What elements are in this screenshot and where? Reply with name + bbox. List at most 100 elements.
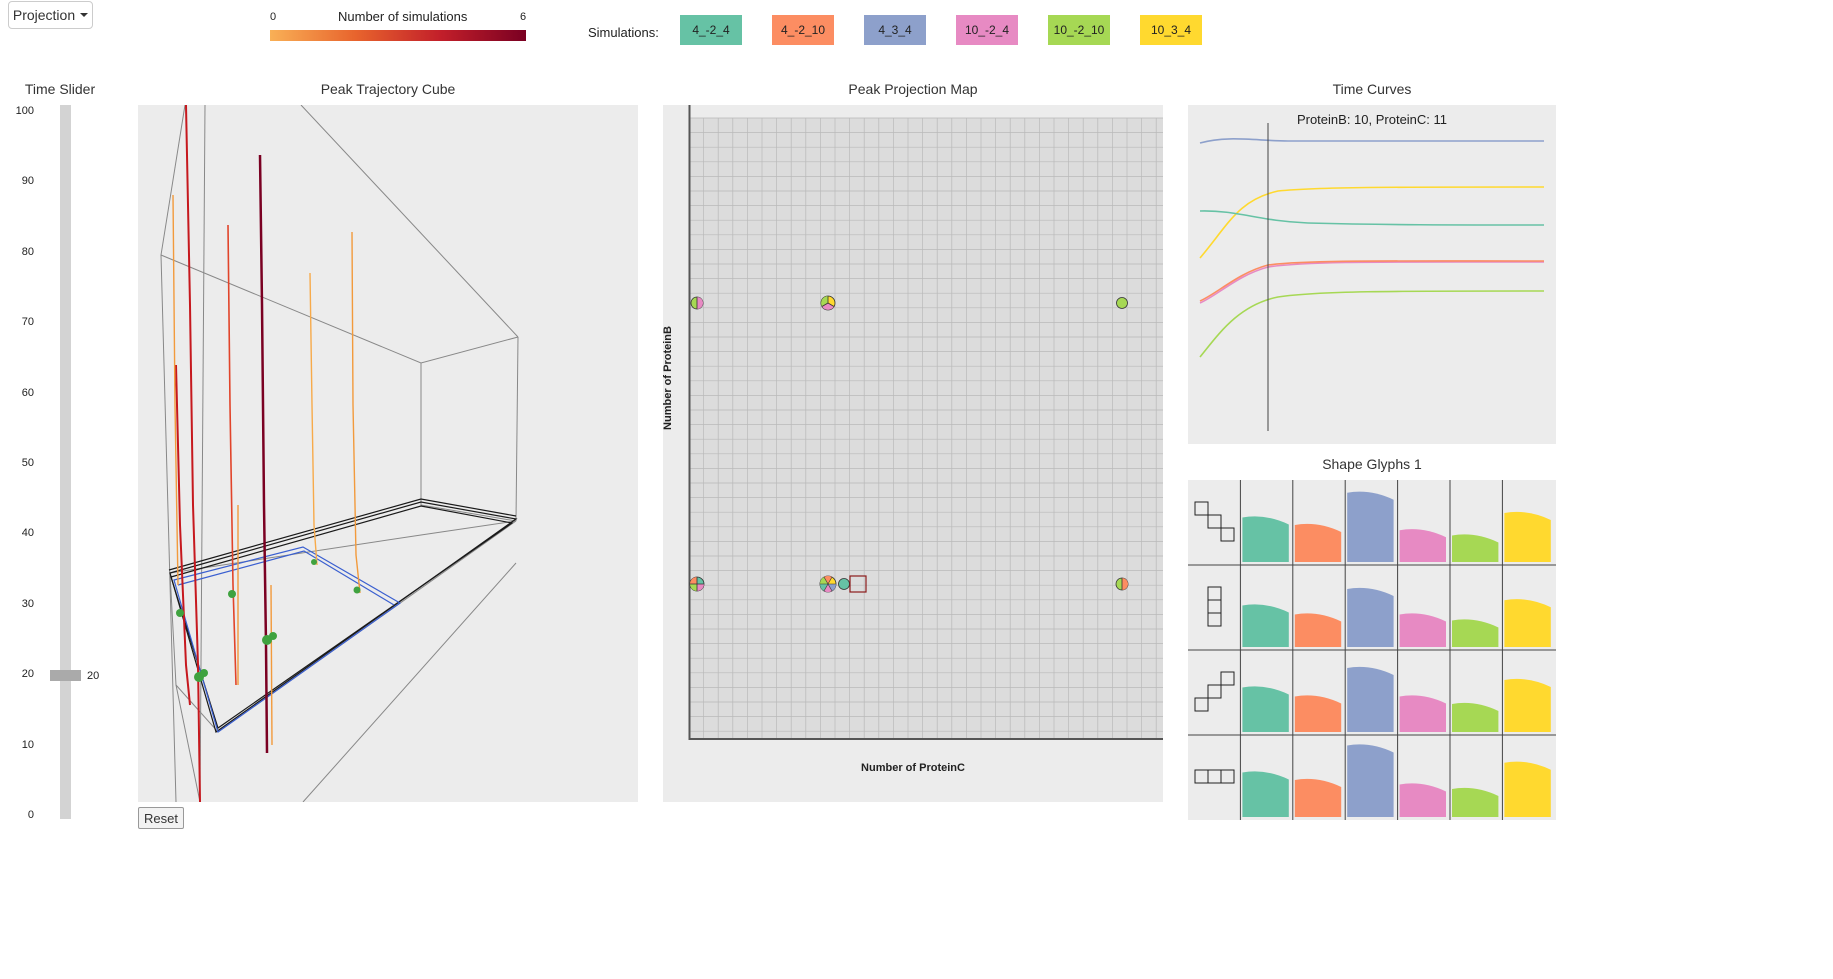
trajectory-line <box>185 105 201 802</box>
projection-map-svg <box>688 105 1163 740</box>
shape-glyph-area <box>1347 744 1394 817</box>
pie-glyph <box>689 576 705 592</box>
time-slider-handle[interactable] <box>50 670 81 681</box>
time-curve <box>1199 210 1545 226</box>
simulations-label: Simulations: <box>588 25 659 40</box>
peak-point <box>228 590 236 598</box>
shape-glyph-area <box>1242 516 1289 562</box>
pie-glyph <box>1116 297 1128 309</box>
shape-glyph-area <box>1452 619 1499 647</box>
trajectory-line <box>351 231 361 594</box>
time-slider-tick-label: 40 <box>21 527 34 540</box>
pie-glyph <box>1115 577 1129 591</box>
trajectory-cube-canvas[interactable] <box>138 105 638 802</box>
cube-edge <box>160 254 519 364</box>
shape-glyph-area <box>1504 678 1551 732</box>
time-slider-tick-label: 0 <box>27 809 34 821</box>
cube-selection-frame <box>170 505 514 729</box>
time-slider-track[interactable] <box>60 105 71 819</box>
time-slider-tick-label: 100 <box>15 105 34 117</box>
shape-glyph-area <box>1294 523 1342 562</box>
shape-glyph-area <box>1242 771 1289 817</box>
time-slider-tick-label: 30 <box>21 597 34 610</box>
shape-glyphs-grid <box>1188 480 1556 820</box>
shape-glyphs-svg <box>1188 480 1556 820</box>
cube-edge <box>420 363 517 522</box>
peak-point <box>200 669 208 677</box>
cube-edge <box>300 105 519 338</box>
shape-glyph-area <box>1242 686 1289 732</box>
map-y-axis-label: Number of ProteinB <box>662 326 674 430</box>
cube-selection-frame <box>169 501 518 733</box>
shape-glyph-area <box>1347 491 1394 562</box>
cube-projection-frame <box>177 550 395 606</box>
cube-edge <box>169 520 517 733</box>
time-curve <box>1199 261 1545 304</box>
legend-min: 0 <box>270 11 277 23</box>
peak-point <box>353 586 361 594</box>
simulation-chips: 4_-2_4 4_-2_10 4_3_4 10_-2_4 10_-2_10 10_3_4 <box>680 15 1240 51</box>
cube-edge <box>199 105 206 802</box>
projection-map-canvas[interactable] <box>663 105 1163 802</box>
shape-glyph-area <box>1399 783 1446 817</box>
time-curves-title: Time Curves <box>1332 81 1412 97</box>
pie-glyph <box>820 295 836 311</box>
simulation-chip[interactable]: 4_-2_10 <box>772 15 834 45</box>
shape-glyphs-title: Shape Glyphs 1 <box>1322 456 1422 472</box>
time-curve <box>1199 138 1544 144</box>
time-slider-tick-label: 20 <box>21 668 34 681</box>
shape-glyph-area <box>1294 778 1342 817</box>
pie-glyph <box>838 578 850 590</box>
trajectory-line <box>309 272 318 566</box>
time-curves-svg <box>1199 123 1545 431</box>
simulation-chip[interactable]: 10_-2_10 <box>1048 15 1110 45</box>
time-slider-title: Time Slider <box>24 81 96 97</box>
reset-button-label: Reset <box>144 810 178 826</box>
staircase-down-icon <box>1194 501 1235 542</box>
shape-glyph-area <box>1452 702 1499 732</box>
simulation-chip[interactable]: 10_-2_4 <box>956 15 1018 45</box>
peak-point <box>176 609 184 617</box>
shape-glyph-area <box>1504 599 1551 647</box>
projection-map-title: Peak Projection Map <box>848 81 978 97</box>
time-slider-tick-label: 80 <box>21 245 34 258</box>
trajectory-line <box>175 364 191 706</box>
horizontal-bar-icon <box>1194 769 1235 784</box>
map-x-axis-label: Number of ProteinC <box>861 762 965 774</box>
projection-dropdown-label: Projection <box>12 7 76 23</box>
time-curves-canvas[interactable]: ProteinB: 10, ProteinC: 11 <box>1188 105 1556 444</box>
time-slider-tick-label: 50 <box>21 457 34 469</box>
trajectory-cube-svg <box>160 105 519 802</box>
shape-glyph-area <box>1294 613 1342 647</box>
map-grid-background <box>689 118 1163 739</box>
shape-glyph-area <box>1347 587 1394 647</box>
simulation-chip[interactable]: 4_-2_4 <box>680 15 742 45</box>
time-curve <box>1199 290 1545 358</box>
cube-title: Peak Trajectory Cube <box>320 81 456 97</box>
trajectory-line <box>227 224 237 686</box>
pie-glyph <box>690 296 704 310</box>
shape-glyph-area <box>1399 529 1446 562</box>
shape-glyph-area <box>1294 695 1342 732</box>
time-slider-value: 20 <box>87 670 100 682</box>
reset-button[interactable]: Reset <box>138 807 184 829</box>
staircase-up-icon <box>1194 671 1235 712</box>
trajectory-line <box>270 584 273 746</box>
projection-dropdown[interactable]: Projection <box>8 1 93 29</box>
simulation-chip[interactable]: 10_3_4 <box>1140 15 1202 45</box>
shape-glyph-area <box>1399 613 1446 647</box>
vertical-bar-icon <box>1207 586 1222 627</box>
legend-title: Number of simulations <box>338 9 468 24</box>
peak-point <box>269 632 277 640</box>
shape-glyph-area <box>1399 695 1446 732</box>
peak-point <box>311 559 317 565</box>
shape-glyph-area <box>1504 511 1551 562</box>
time-slider-tick-label: 60 <box>21 386 34 399</box>
simulation-chip[interactable]: 4_3_4 <box>864 15 926 45</box>
legend-color-ramp <box>270 30 526 41</box>
time-curve <box>1199 260 1545 302</box>
shape-glyph-area <box>1452 534 1499 562</box>
time-slider-tick-label: 90 <box>21 175 34 188</box>
chevron-down-icon <box>80 13 89 17</box>
time-curve <box>1199 186 1545 259</box>
